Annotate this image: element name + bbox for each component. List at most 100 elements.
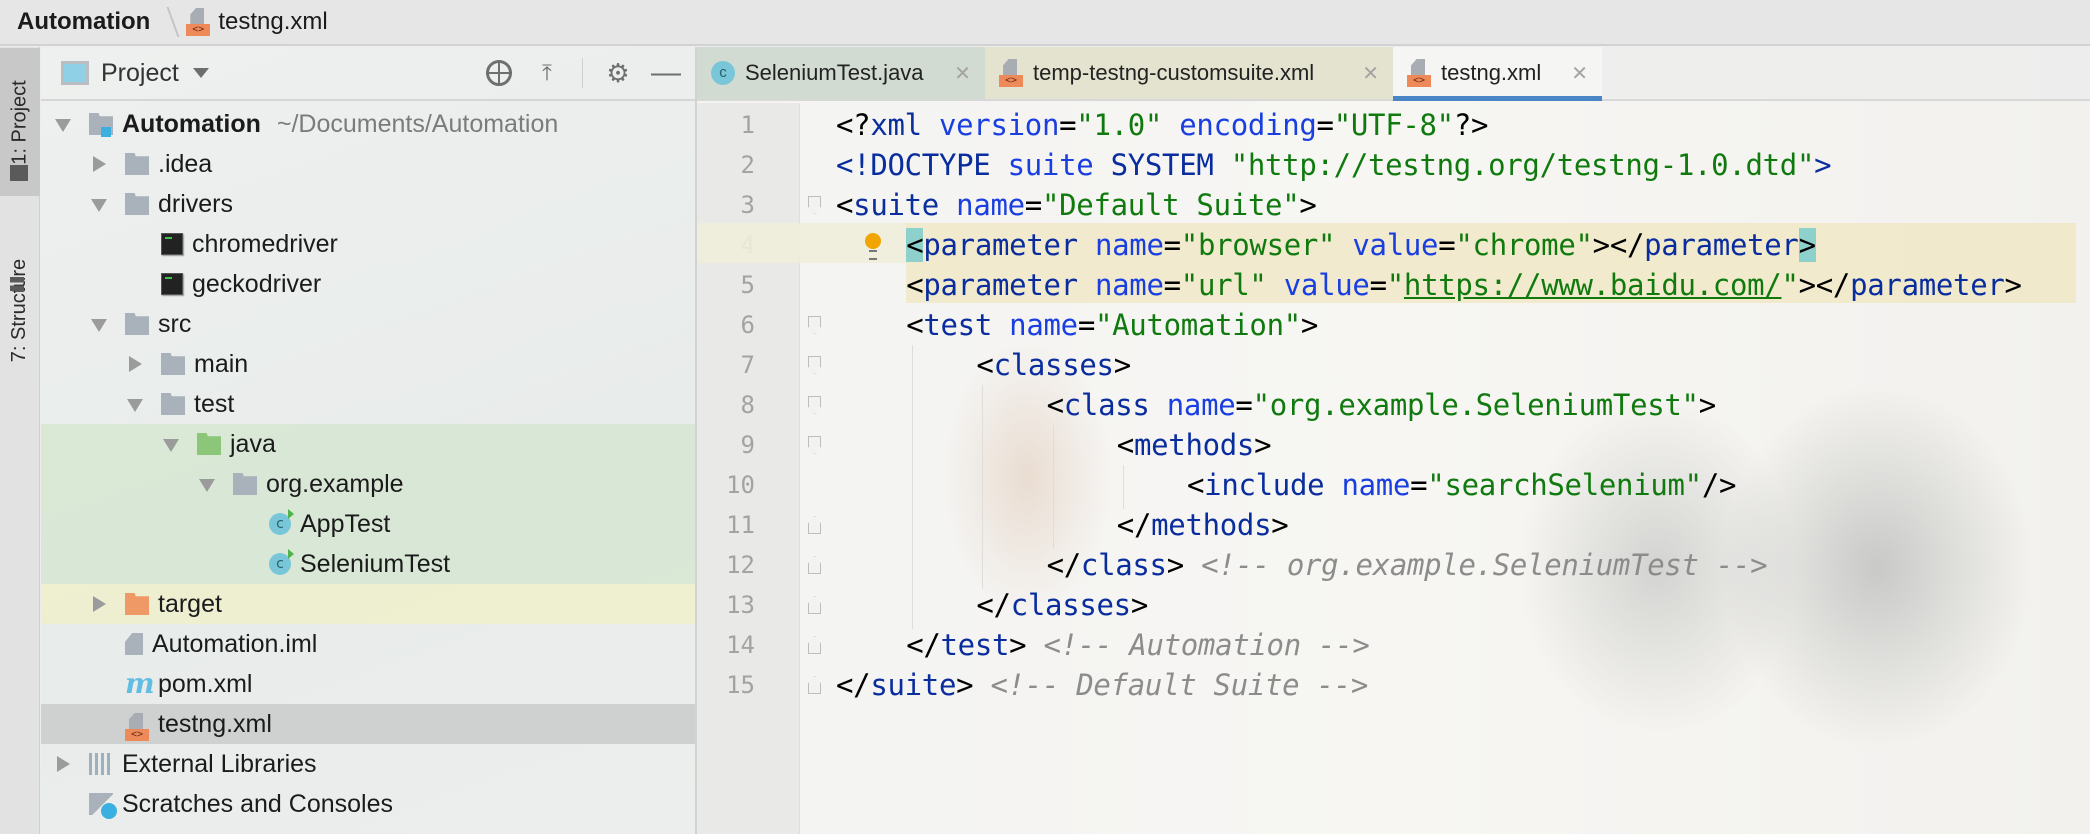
code-token: version <box>938 108 1060 142</box>
tree-item[interactable]: main <box>41 344 695 384</box>
code-token: > <box>1271 508 1289 542</box>
tool-tab-project-label: 1: Project <box>8 79 31 165</box>
tree-item-label: test <box>194 389 235 418</box>
no-arrow <box>233 554 253 574</box>
code-token: <!-- Automation --> <box>1043 628 1370 662</box>
project-view-selector[interactable]: Project <box>101 59 179 88</box>
tree-item[interactable]: target <box>41 584 695 624</box>
excluded-folder-icon <box>125 593 149 615</box>
code-token: > <box>1009 628 1044 662</box>
fold-collapse-icon[interactable] <box>808 396 821 414</box>
code-token: "http://testng.org/testng-1.0.dtd" <box>1230 148 1815 182</box>
code-token: = <box>1235 388 1253 422</box>
code-token: > <box>1166 548 1202 582</box>
editor-tab-label: temp-testng-customsuite.xml <box>1033 60 1315 85</box>
editor-tab[interactable]: testng.xml ✕ <box>1393 47 1602 101</box>
tree-item[interactable]: geckodriver <box>41 264 695 304</box>
tree-item[interactable]: testng.xml <box>41 704 695 744</box>
code-token: > <box>1113 348 1131 382</box>
breadcrumb-project[interactable]: Automation <box>17 8 150 36</box>
minimize-icon[interactable]: — <box>651 56 681 89</box>
folder-icon <box>125 313 149 335</box>
tree-item[interactable]: Automation ~/Documents/Automation <box>41 104 695 144</box>
line-number: 12 <box>726 551 755 579</box>
fold-end-icon[interactable] <box>808 556 821 574</box>
code-token: methods <box>1151 508 1272 542</box>
fold-collapse-icon[interactable] <box>808 356 821 374</box>
collapsed-arrow-icon[interactable] <box>125 354 145 374</box>
close-icon[interactable]: ✕ <box>954 61 971 86</box>
fold-collapse-icon[interactable] <box>808 316 821 334</box>
code-token: "url" <box>1180 268 1267 302</box>
code-token: </ <box>976 588 1011 622</box>
fold-collapse-icon[interactable] <box>808 196 821 214</box>
java-class-icon: c <box>711 61 735 85</box>
tree-item[interactable]: Automation.iml <box>41 624 695 664</box>
editor-tab[interactable]: c SeleniumTest.java ✕ <box>697 47 985 99</box>
code-token: "1.0" <box>1076 108 1163 142</box>
expanded-arrow-icon[interactable] <box>53 114 73 134</box>
project-panel: Project ⤒ ⚙ — Automation ~/Documents/Auto… <box>41 47 695 834</box>
java-class-icon: c <box>269 509 294 535</box>
code-token: <? <box>836 108 871 142</box>
module-badge-icon <box>101 127 111 137</box>
code-token: ></ <box>1798 268 1851 302</box>
editor-tab[interactable]: temp-testng-customsuite.xml ✕ <box>985 47 1393 99</box>
gear-icon[interactable]: ⚙ <box>605 58 631 88</box>
tree-item[interactable]: test <box>41 384 695 424</box>
fold-collapse-icon[interactable] <box>808 436 821 454</box>
locate-file-icon[interactable] <box>486 60 512 86</box>
fold-end-icon[interactable] <box>808 676 821 694</box>
collapsed-arrow-icon[interactable] <box>89 594 109 614</box>
tool-tab-structure[interactable]: 7: Structure <box>0 233 40 388</box>
fold-end-icon[interactable] <box>808 516 821 534</box>
chevron-down-icon[interactable] <box>192 68 209 78</box>
tree-item-label: External Libraries <box>122 749 317 778</box>
collapsed-arrow-icon[interactable] <box>53 754 73 774</box>
breadcrumb-file[interactable]: testng.xml <box>218 8 327 36</box>
code-token: > <box>1698 388 1716 422</box>
tree-item[interactable]: src <box>41 304 695 344</box>
tree-item[interactable]: m pom.xml <box>41 664 695 704</box>
tree-item[interactable]: drivers <box>41 184 695 224</box>
code-token: class <box>1080 548 1167 582</box>
lightbulb-icon[interactable] <box>865 233 881 260</box>
code-token: = <box>1077 308 1095 342</box>
no-arrow <box>233 514 253 534</box>
fold-end-icon[interactable] <box>808 636 821 654</box>
code-line: <parameter name="browser" value="chrome"… <box>906 225 1816 265</box>
expanded-arrow-icon[interactable] <box>161 434 181 454</box>
tree-item[interactable]: c AppTest <box>41 504 695 544</box>
expanded-arrow-icon[interactable] <box>197 474 217 494</box>
tree-item[interactable]: .idea <box>41 144 695 184</box>
tree-item[interactable]: chromedriver <box>41 224 695 264</box>
code-line: <include name="searchSelenium"/> <box>1187 465 1736 505</box>
close-icon[interactable]: ✕ <box>1571 61 1588 86</box>
tree-item[interactable]: java <box>41 424 695 464</box>
collapsed-arrow-icon[interactable] <box>89 154 109 174</box>
expanded-arrow-icon[interactable] <box>89 194 109 214</box>
line-number: 3 <box>740 191 755 219</box>
line-number: 15 <box>726 671 755 699</box>
folder-icon <box>161 353 185 375</box>
expanded-arrow-icon[interactable] <box>89 314 109 334</box>
structure-icon <box>10 277 24 291</box>
tree-item[interactable]: c SeleniumTest <box>41 544 695 584</box>
code-line: <parameter name="url" value="https://www… <box>906 265 2022 305</box>
close-icon[interactable]: ✕ <box>1362 61 1379 86</box>
package-icon <box>233 473 257 495</box>
no-arrow <box>125 234 145 254</box>
tree-item[interactable]: Scratches and Consoles <box>41 784 695 824</box>
scratches-icon <box>89 793 117 819</box>
fold-end-icon[interactable] <box>808 596 821 614</box>
collapse-all-icon[interactable]: ⤒ <box>534 60 560 86</box>
source-folder-icon <box>197 433 221 455</box>
expanded-arrow-icon[interactable] <box>125 394 145 414</box>
tree-item-label: pom.xml <box>158 669 253 698</box>
tree-item[interactable]: External Libraries <box>41 744 695 784</box>
code-token: ></ <box>1592 228 1645 262</box>
tree-item[interactable]: org.example <box>41 464 695 504</box>
project-panel-header: Project ⤒ ⚙ — <box>41 47 695 101</box>
